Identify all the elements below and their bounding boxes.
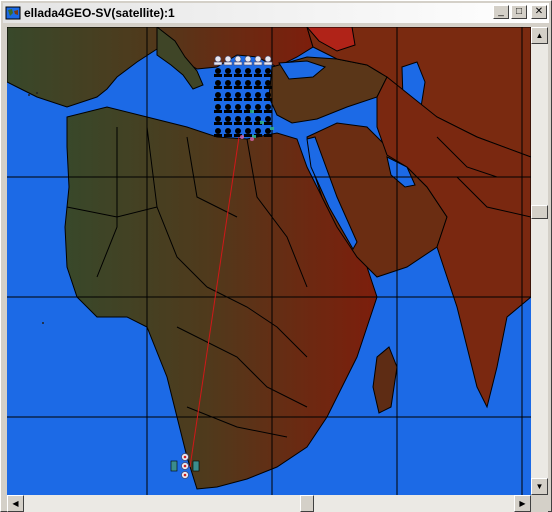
horizontal-scrollbar[interactable]: ◀ ▶ (7, 495, 531, 512)
arrow-down-icon: ▼ (535, 482, 544, 491)
minimize-icon: _ (498, 6, 504, 17)
maximize-button[interactable]: □ (511, 5, 527, 19)
scroll-down-button[interactable]: ▼ (531, 478, 548, 495)
arrow-right-icon: ▶ (519, 499, 526, 508)
close-icon: ✕ (534, 6, 544, 17)
horizontal-scroll-thumb[interactable] (300, 495, 314, 512)
vertical-scroll-thumb[interactable] (531, 205, 548, 219)
maximize-icon: □ (515, 6, 523, 17)
close-button[interactable]: ✕ (531, 5, 547, 19)
application-window: ellada4GEO-SV(satellite):1 _ □ ✕ ▲ ▼ ◀ ▶ (0, 0, 552, 512)
map-window-icon (5, 5, 21, 21)
window-title: ellada4GEO-SV(satellite):1 (24, 6, 175, 20)
scroll-left-button[interactable]: ◀ (7, 495, 24, 512)
scrollbar-corner (531, 495, 548, 512)
map-view[interactable] (7, 27, 531, 495)
arrow-left-icon: ◀ (12, 499, 19, 508)
arrow-up-icon: ▲ (535, 31, 544, 40)
scroll-up-button[interactable]: ▲ (531, 27, 548, 44)
minimize-button[interactable]: _ (493, 5, 509, 19)
vertical-scrollbar[interactable]: ▲ ▼ (531, 27, 548, 495)
title-bar[interactable]: ellada4GEO-SV(satellite):1 _ □ ✕ (3, 3, 549, 23)
scroll-right-button[interactable]: ▶ (514, 495, 531, 512)
